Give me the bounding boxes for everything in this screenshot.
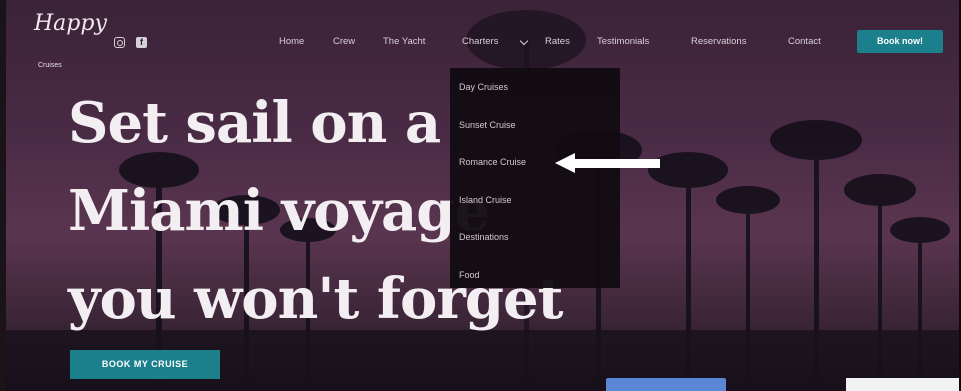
book-my-cruise-button[interactable]: BOOK MY CRUISE: [70, 350, 220, 379]
headline-line-2: Miami voyage: [68, 178, 490, 244]
charters-dropdown: [450, 68, 620, 288]
nav-rates[interactable]: Rates: [545, 36, 570, 50]
nav-crew[interactable]: Crew: [333, 36, 355, 50]
cookie-badge[interactable]: [846, 378, 959, 391]
instagram-icon[interactable]: [114, 37, 125, 48]
dropdown-item-island-cruise[interactable]: Island Cruise: [459, 195, 512, 205]
nav-contact[interactable]: Contact: [788, 36, 821, 50]
annotation-arrow-icon: [572, 159, 660, 168]
chat-widget-tab[interactable]: [606, 378, 726, 391]
dropdown-item-destinations[interactable]: Destinations: [459, 232, 509, 242]
annotation-arrow-head: [555, 153, 575, 173]
dropdown-item-romance-cruise[interactable]: Romance Cruise: [459, 157, 526, 167]
nav-home[interactable]: Home: [279, 36, 304, 50]
dropdown-item-sunset-cruise[interactable]: Sunset Cruise: [459, 120, 516, 130]
nav-reservations[interactable]: Reservations: [691, 36, 746, 50]
facebook-icon[interactable]: f: [136, 37, 147, 48]
book-now-button[interactable]: Book now!: [857, 30, 943, 53]
logo-text: Happy: [34, 11, 107, 36]
nav-charters[interactable]: Charters: [462, 36, 498, 50]
dropdown-item-day-cruises[interactable]: Day Cruises: [459, 82, 508, 92]
nav-testimonials[interactable]: Testimonials: [597, 36, 649, 50]
dropdown-item-food[interactable]: Food: [459, 270, 480, 280]
headline-line-1: Set sail on a: [68, 90, 441, 156]
nav-the-yacht[interactable]: The Yacht: [383, 36, 425, 50]
site-logo[interactable]: Happy Cruises: [26, 10, 107, 72]
logo-subtext: Cruises: [38, 62, 62, 69]
